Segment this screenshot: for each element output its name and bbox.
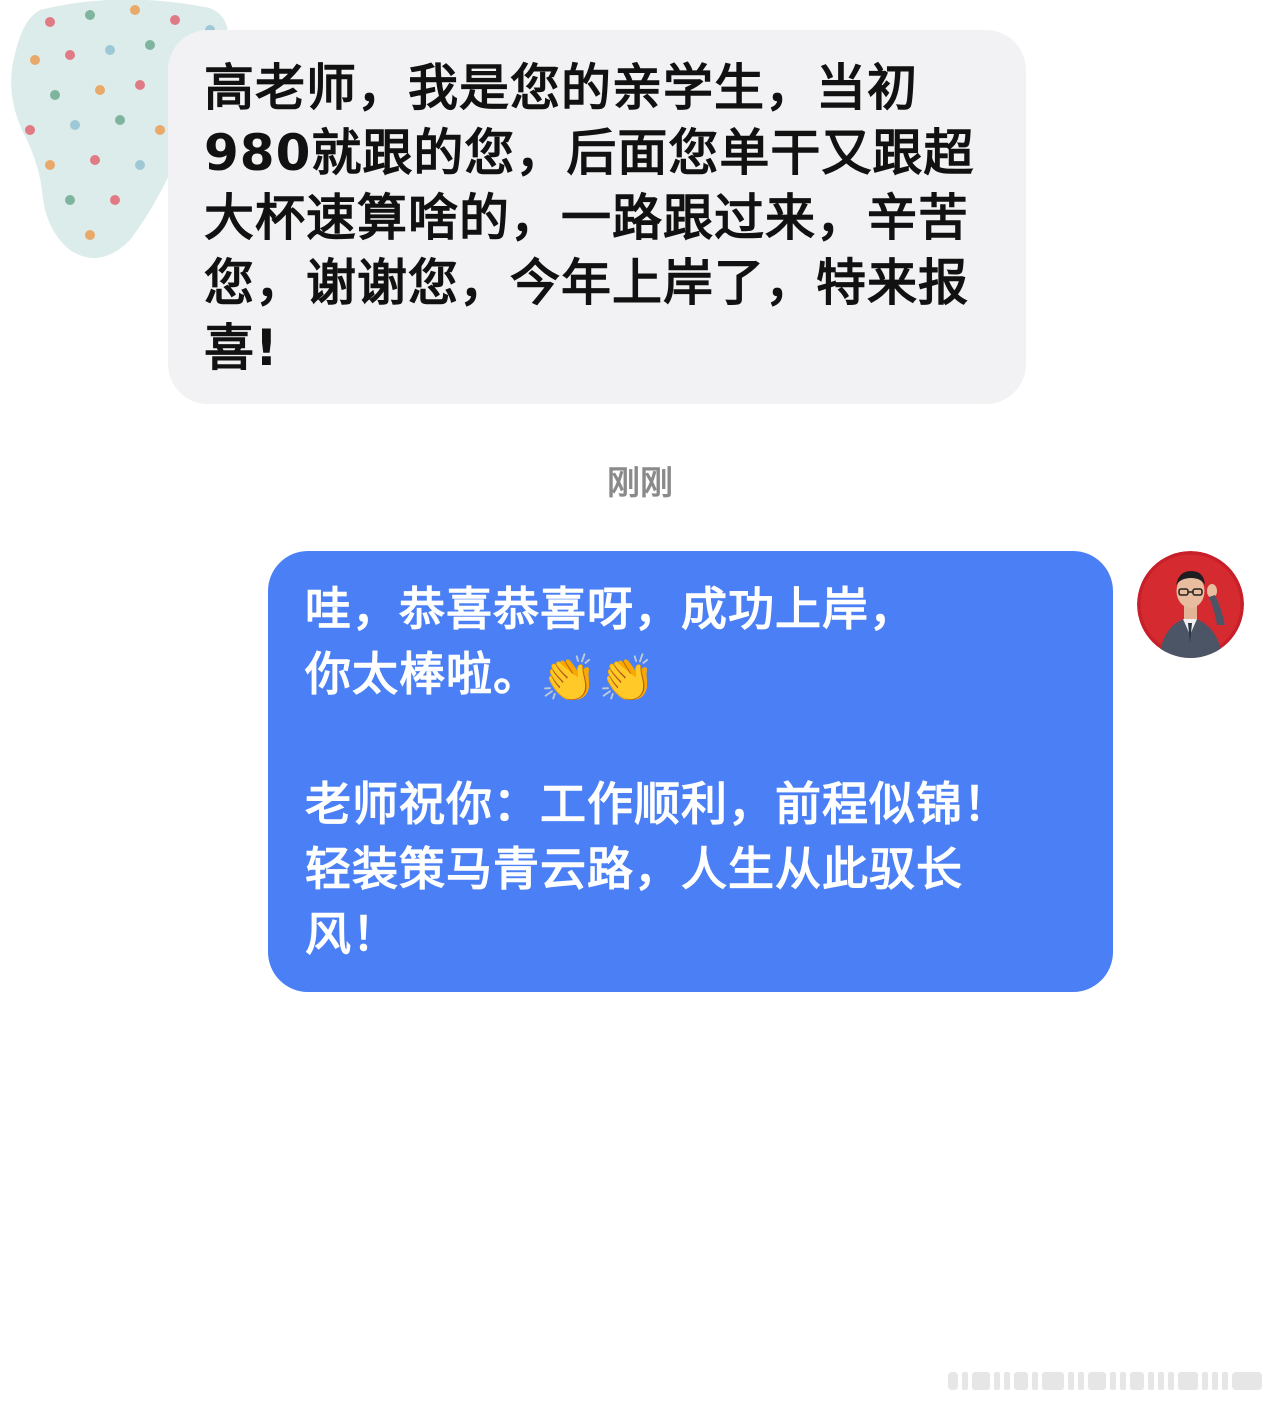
message-timestamp: 刚刚 [607, 463, 673, 502]
teacher-avatar[interactable] [1137, 551, 1244, 658]
incoming-message-text: 高老师，我是您的亲学生，当初 980就跟的您，后面您单干又跟超 大杯速算啥的，一… [204, 59, 975, 377]
clapping-hands-icon: 👏 [540, 650, 599, 705]
outgoing-message-text: 哇，恭喜恭喜呀，成功上岸， 你太棒啦。👏👏 老师祝你：工作顺利，前程似锦！ 轻装… [305, 577, 1095, 967]
incoming-message-bubble[interactable]: 高老师，我是您的亲学生，当初 980就跟的您，后面您单干又跟超 大杯速算啥的，一… [168, 30, 1026, 404]
outgoing-wishes: 老师祝你：工作顺利，前程似锦！ 轻装策马青云路，人生从此驭长 风！ [305, 777, 1010, 961]
outgoing-line-1: 哇，恭喜恭喜呀，成功上岸， [305, 582, 916, 636]
clapping-hands-icon: 👏 [598, 650, 657, 705]
outgoing-line-2: 你太棒啦。 [305, 647, 540, 701]
watermark-bars [948, 1372, 1262, 1390]
outgoing-message-bubble[interactable]: 哇，恭喜恭喜呀，成功上岸， 你太棒啦。👏👏 老师祝你：工作顺利，前程似锦！ 轻装… [268, 551, 1113, 992]
